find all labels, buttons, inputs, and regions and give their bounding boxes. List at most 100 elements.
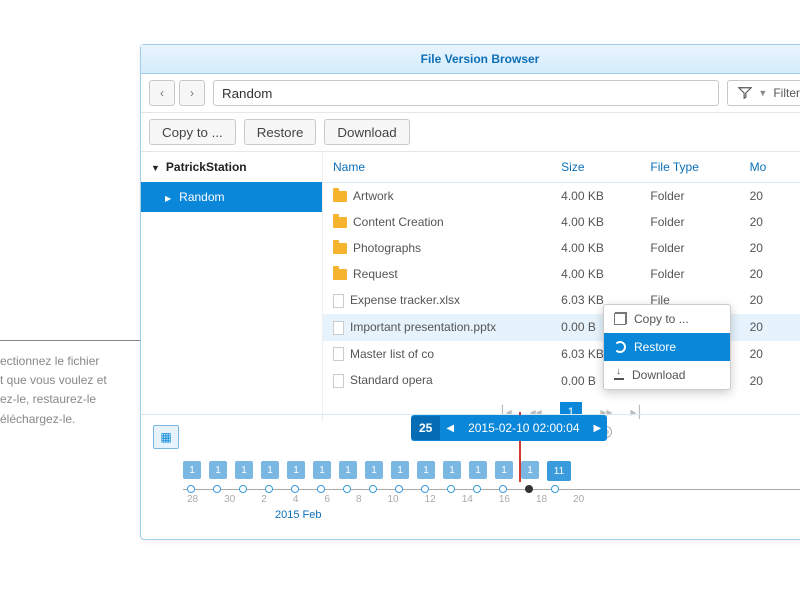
context-menu: Copy to ... Restore Download xyxy=(603,304,731,390)
context-download[interactable]: Download xyxy=(604,361,730,389)
file-name: Content Creation xyxy=(353,215,444,229)
table-row[interactable]: Request4.00 KBFolder20 xyxy=(323,261,800,287)
nav-forward-button[interactable]: › xyxy=(179,80,205,106)
file-icon xyxy=(333,347,344,361)
timeline-dot[interactable] xyxy=(369,485,377,493)
timeline-badge[interactable]: 1 xyxy=(417,461,435,479)
timeline-badge[interactable]: 1 xyxy=(391,461,409,479)
timeline-tick: 16 xyxy=(499,494,510,505)
context-copy-to[interactable]: Copy to ... xyxy=(604,305,730,333)
folder-icon xyxy=(333,269,347,280)
copy-to-button[interactable]: Copy to ... xyxy=(149,119,236,145)
file-name: Standard opera xyxy=(350,373,433,387)
timeline-dot[interactable] xyxy=(239,485,247,493)
timeline-badge[interactable]: 11 xyxy=(547,461,571,481)
file-modified: 20 xyxy=(740,261,800,287)
timeline-dot[interactable] xyxy=(187,485,195,493)
col-name[interactable]: Name xyxy=(323,152,551,183)
timeline-badge[interactable]: 1 xyxy=(495,461,513,479)
col-modified[interactable]: Mo xyxy=(740,152,800,183)
instruction-text: ectionnez le fichier t que vous voulez e… xyxy=(0,352,110,429)
folder-icon xyxy=(333,243,347,254)
timeline-prev-version[interactable]: ◀ xyxy=(440,423,460,434)
timeline-dot[interactable] xyxy=(473,485,481,493)
timeline-dot[interactable] xyxy=(447,485,455,493)
timeline-badge[interactable]: 1 xyxy=(235,461,253,479)
timeline-dot[interactable] xyxy=(213,485,221,493)
nav-back-button[interactable]: ‹ xyxy=(149,80,175,106)
file-size: 4.00 KB xyxy=(551,261,640,287)
file-modified: 20 xyxy=(740,183,800,210)
timeline-dot[interactable] xyxy=(421,485,429,493)
filter-button[interactable]: ▼ Filter xyxy=(727,80,800,106)
timeline-dot[interactable] xyxy=(551,485,559,493)
timeline-badge[interactable]: 1 xyxy=(521,461,539,479)
timeline-badge[interactable]: 1 xyxy=(469,461,487,479)
timeline-badge[interactable]: 1 xyxy=(209,461,227,479)
timeline-dot[interactable] xyxy=(525,485,533,493)
timeline-track[interactable]: 1111111111111111 28302468101214161820 20… xyxy=(153,461,800,521)
file-name: Important presentation.pptx xyxy=(350,320,496,334)
file-name: Photographs xyxy=(353,241,421,255)
timeline-dot[interactable] xyxy=(343,485,351,493)
timeline-tick: 10 xyxy=(388,494,399,505)
timeline-dot[interactable] xyxy=(291,485,299,493)
timeline-dot[interactable] xyxy=(499,485,507,493)
timeline-badge[interactable]: 1 xyxy=(183,461,201,479)
timeline-tick: 8 xyxy=(356,494,362,505)
file-icon xyxy=(333,321,344,335)
file-name: Expense tracker.xlsx xyxy=(350,293,460,307)
restore-button[interactable]: Restore xyxy=(244,119,317,145)
folder-icon xyxy=(333,191,347,202)
tree-root[interactable]: PatrickStation xyxy=(141,152,322,182)
timeline-tick: 14 xyxy=(462,494,473,505)
context-restore[interactable]: Restore xyxy=(604,333,730,361)
path-input[interactable] xyxy=(213,80,719,106)
file-icon xyxy=(333,374,344,388)
file-type: Folder xyxy=(640,235,739,261)
calendar-icon: ▦ xyxy=(160,430,171,444)
timeline-dot[interactable] xyxy=(317,485,325,493)
table-row[interactable]: Content Creation4.00 KBFolder20 xyxy=(323,209,800,235)
timeline-badge[interactable]: 1 xyxy=(313,461,331,479)
timeline-dot[interactable] xyxy=(265,485,273,493)
calendar-button[interactable]: ▦ xyxy=(153,425,179,449)
chevron-right-icon: › xyxy=(190,86,194,100)
file-name: Request xyxy=(353,267,398,281)
toolbar: Copy to ... Restore Download xyxy=(141,113,800,152)
timeline-badge[interactable]: 1 xyxy=(287,461,305,479)
timeline-tick: 28 xyxy=(187,494,198,505)
folder-tree-sidebar: PatrickStation Random xyxy=(141,152,323,422)
folder-icon xyxy=(333,217,347,228)
timeline-badge[interactable]: 1 xyxy=(339,461,357,479)
file-modified: 20 xyxy=(740,287,800,314)
timeline-panel: ▦ 25 ◀ 2015-02-10 02:00:04 ▶ 11111111111… xyxy=(141,414,800,539)
col-filetype[interactable]: File Type xyxy=(640,152,739,183)
file-icon xyxy=(333,294,344,308)
download-button[interactable]: Download xyxy=(324,119,409,145)
table-row[interactable]: Artwork4.00 KBFolder20 xyxy=(323,183,800,210)
file-list-panel: Name Size File Type Mo Artwork4.00 KBFol… xyxy=(323,152,800,422)
file-size: 4.00 KB xyxy=(551,235,640,261)
timeline-datetime: 2015-02-10 02:00:04 xyxy=(460,421,587,435)
timeline-badge[interactable]: 1 xyxy=(443,461,461,479)
timeline-dot[interactable] xyxy=(395,485,403,493)
table-row[interactable]: Photographs4.00 KBFolder20 xyxy=(323,235,800,261)
file-name: Master list of co xyxy=(350,347,434,361)
expand-icon xyxy=(165,190,171,204)
timeline-badge[interactable]: 1 xyxy=(261,461,279,479)
timeline-next-version[interactable]: ▶ xyxy=(588,423,608,434)
tree-item-random[interactable]: Random xyxy=(141,182,322,212)
col-size[interactable]: Size xyxy=(551,152,640,183)
timeline-tick: 12 xyxy=(425,494,436,505)
timeline-month-label: 2015 Feb xyxy=(183,509,800,521)
file-name: Artwork xyxy=(353,189,394,203)
copy-icon xyxy=(614,313,626,325)
timeline-tick: 2 xyxy=(261,494,267,505)
file-type: Folder xyxy=(640,209,739,235)
filter-label: Filter xyxy=(773,86,800,100)
timeline-badge[interactable]: 1 xyxy=(365,461,383,479)
download-icon xyxy=(614,370,624,380)
timeline-tick: 20 xyxy=(573,494,584,505)
timeline-tick: 6 xyxy=(324,494,330,505)
